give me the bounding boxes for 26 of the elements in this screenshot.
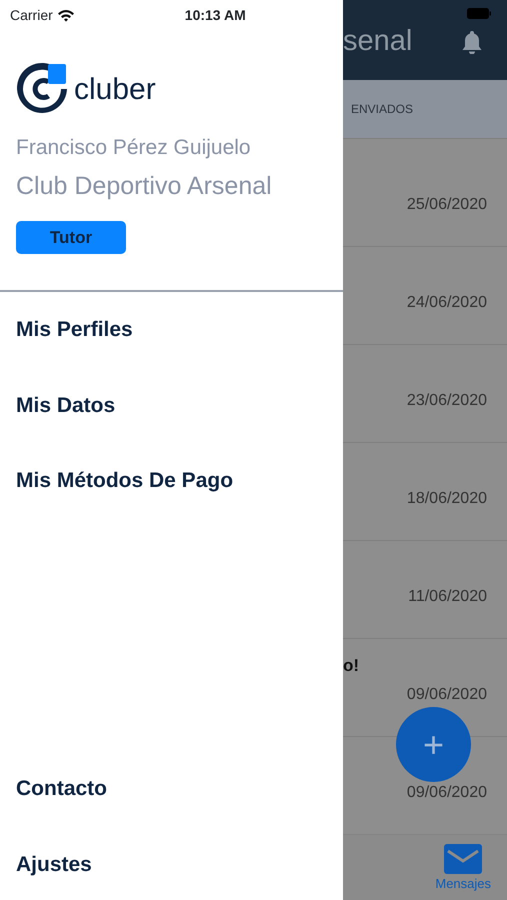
- menu-item[interactable]: Contacto: [16, 773, 327, 804]
- logo-icon: [16, 62, 70, 116]
- tab-bar-label: Mensajes: [435, 875, 491, 894]
- wifi-icon: [56, 8, 75, 22]
- user-name: Francisco Pérez Guijuelo: [16, 135, 252, 161]
- message-date: 09/06/2020: [406, 684, 487, 705]
- carrier-label: Carrier: [10, 6, 53, 24]
- bell-icon[interactable]: [461, 30, 483, 54]
- message-date: 24/06/2020: [406, 292, 487, 313]
- menu-item[interactable]: Mis Datos: [16, 390, 327, 421]
- message-date: 25/06/2020: [406, 194, 487, 215]
- message-date: 11/06/2020: [408, 586, 487, 607]
- menu-item[interactable]: Ajustes: [16, 848, 327, 880]
- menu-item[interactable]: Mis Métodos De Pago: [16, 465, 327, 496]
- time-label: 10:13 AM: [184, 6, 246, 24]
- message-subject: o!: [343, 654, 360, 677]
- club-name: Club Deportivo Arsenal: [16, 170, 273, 202]
- battery-icon: [467, 8, 491, 19]
- role-button[interactable]: Tutor: [16, 221, 126, 254]
- menu-item[interactable]: Mis Perfiles: [16, 314, 327, 346]
- message-date: 09/06/2020: [406, 782, 487, 803]
- mail-icon: [444, 844, 482, 874]
- message-date: 23/06/2020: [406, 390, 487, 411]
- logo-text: cluber: [74, 72, 156, 108]
- message-date: 18/06/2020: [406, 488, 487, 509]
- screen-title: senal: [343, 27, 412, 56]
